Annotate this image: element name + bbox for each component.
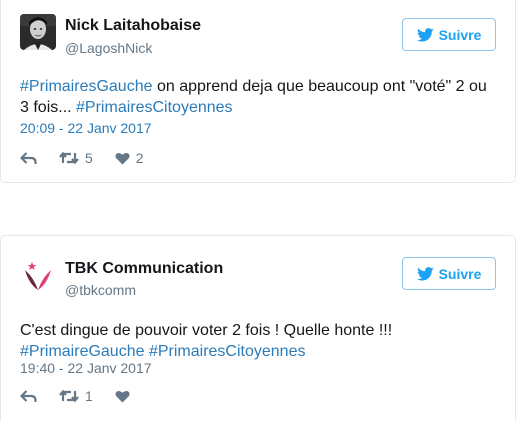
hashtag-link[interactable]: #PrimairesGauche xyxy=(20,78,153,95)
reply-button[interactable] xyxy=(20,151,37,165)
tweet-text: C'est dingue de pouvoir voter 2 fois ! Q… xyxy=(20,320,500,362)
hashtag-link[interactable]: #PrimairesCitoyennes xyxy=(76,99,233,116)
tweet-text: #PrimairesGauche on apprend deja que bea… xyxy=(20,76,500,118)
reply-button[interactable] xyxy=(20,389,37,403)
retweet-count: 5 xyxy=(85,150,93,166)
retweet-button[interactable]: 1 xyxy=(59,388,93,404)
follow-button[interactable]: Suivre xyxy=(402,18,496,51)
follow-label: Suivre xyxy=(438,265,482,282)
tweet-actions: 1 xyxy=(20,388,152,404)
retweet-icon xyxy=(59,151,79,165)
tweet-text-plain: C'est dingue de pouvoir voter 2 fois ! Q… xyxy=(20,322,393,339)
like-button[interactable] xyxy=(115,390,130,403)
reply-icon xyxy=(20,389,37,402)
follow-label: Suivre xyxy=(438,26,482,43)
follow-button[interactable]: Suivre xyxy=(402,257,496,290)
avatar[interactable] xyxy=(20,258,56,294)
hashtag-link[interactable]: #PrimaireGauche xyxy=(20,343,145,360)
hashtag-link[interactable]: #PrimairesCitoyennes xyxy=(149,343,306,360)
reply-icon xyxy=(20,151,37,164)
retweet-button[interactable]: 5 xyxy=(59,150,93,166)
display-name[interactable]: TBK Communication xyxy=(65,260,223,278)
tweet-card: TBK Communication @tbkcomm Suivre C'est … xyxy=(0,235,516,421)
like-count: 2 xyxy=(135,150,144,166)
avatar[interactable] xyxy=(20,14,56,50)
user-handle[interactable]: @tbkcomm xyxy=(65,282,136,298)
tweet-card: Nick Laitahobaise @LagoshNick Suivre #Pr… xyxy=(0,0,516,183)
user-handle[interactable]: @LagoshNick xyxy=(65,40,152,56)
like-button[interactable]: 2 xyxy=(115,150,144,166)
retweet-icon xyxy=(59,389,79,403)
display-name[interactable]: Nick Laitahobaise xyxy=(65,17,201,35)
heart-icon xyxy=(115,152,130,164)
retweet-count: 1 xyxy=(85,388,93,404)
twitter-bird-icon xyxy=(416,266,434,281)
tweet-timestamp[interactable]: 19:40 - 22 Janv 2017 xyxy=(20,360,152,376)
twitter-bird-icon xyxy=(416,27,434,42)
heart-icon xyxy=(115,390,130,402)
tweet-timestamp[interactable]: 20:09 - 22 Janv 2017 xyxy=(20,120,152,136)
tweet-actions: 5 2 xyxy=(20,150,166,166)
